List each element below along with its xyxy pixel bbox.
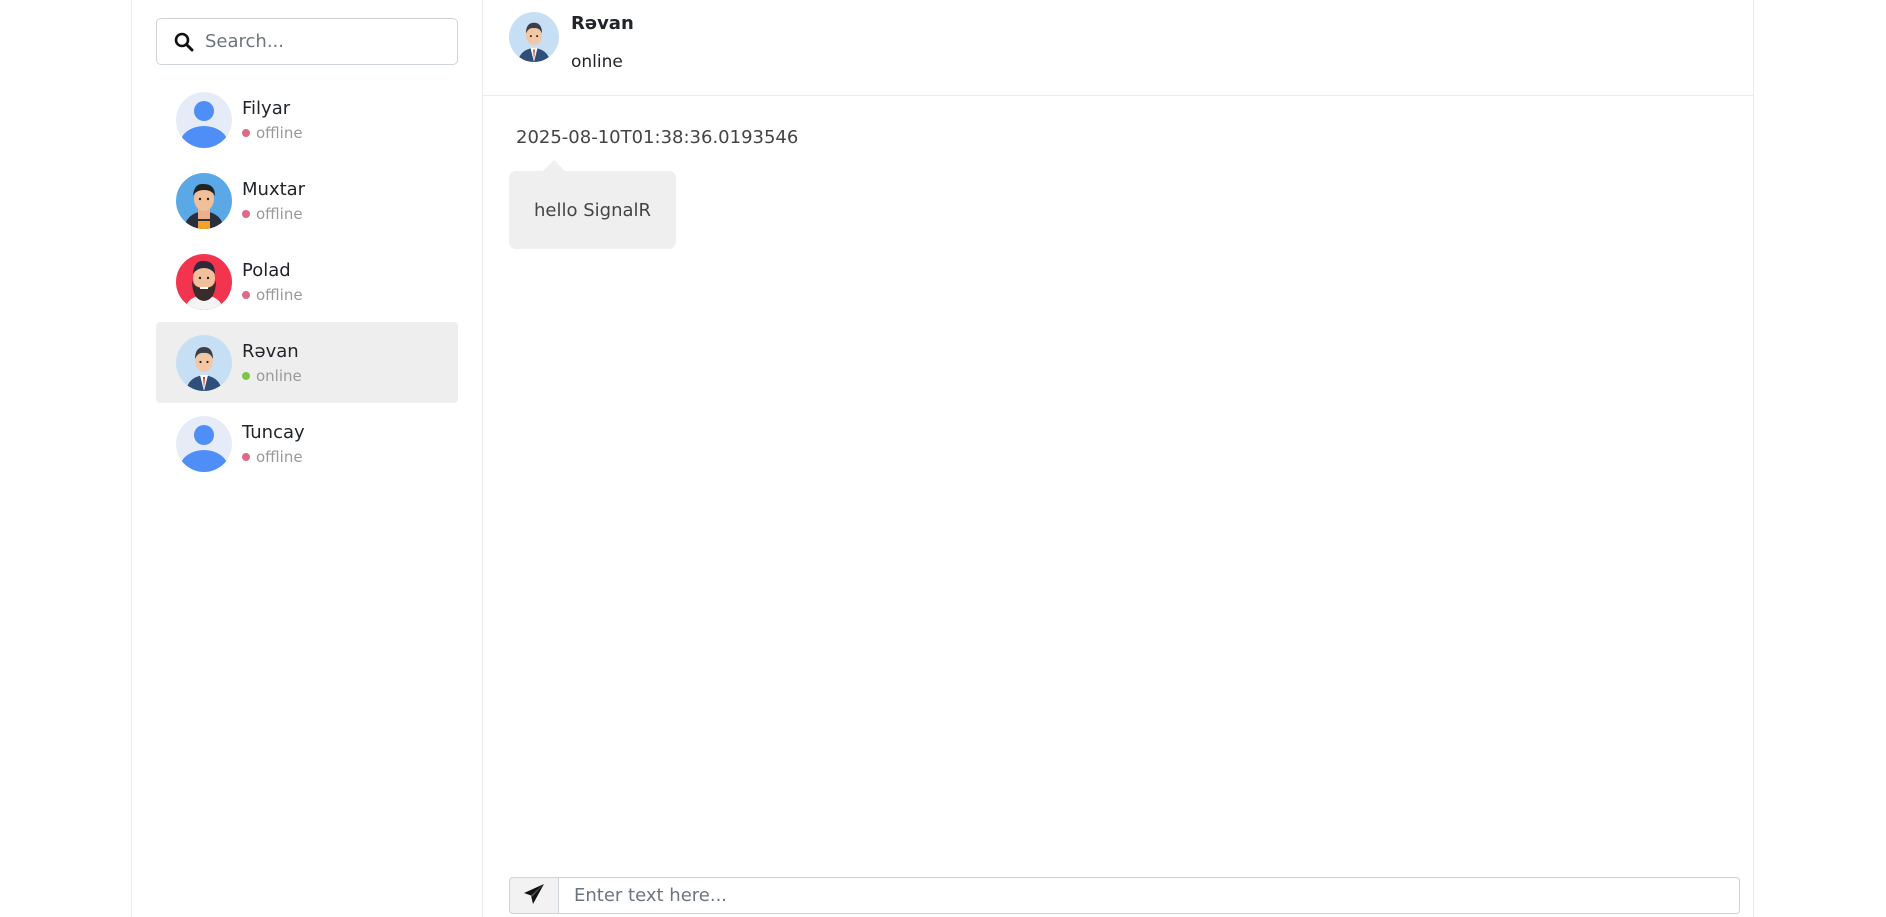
search-icon bbox=[173, 31, 195, 53]
contact-status: offline bbox=[242, 124, 303, 142]
message-bubble: hello SignalR bbox=[509, 160, 677, 249]
man-avatar bbox=[176, 172, 232, 229]
message-timestamp: 2025-08-10T01:38:36.0193546 bbox=[516, 127, 799, 148]
status-label: offline bbox=[256, 447, 303, 466]
message-input[interactable] bbox=[559, 877, 1740, 914]
chat-panel: Rəvan online 2025-08-10T01:38:36.0193546… bbox=[483, 0, 1753, 917]
contact-item-revan[interactable]: Rəvan online bbox=[156, 322, 458, 403]
status-label: online bbox=[256, 366, 302, 385]
chat-app: Filyar offline bbox=[131, 0, 1754, 917]
contact-status: online bbox=[242, 367, 302, 385]
chat-contact-name: Rəvan bbox=[571, 13, 634, 34]
businessman-avatar bbox=[176, 334, 232, 391]
status-label: offline bbox=[256, 123, 303, 142]
sidebar: Filyar offline bbox=[132, 0, 483, 917]
status-dot bbox=[242, 452, 250, 461]
status-dot bbox=[242, 209, 250, 218]
contact-item-polad[interactable]: Polad offline bbox=[156, 241, 458, 322]
status-dot bbox=[242, 128, 250, 137]
search-input[interactable] bbox=[205, 31, 445, 52]
contact-name: Filyar bbox=[242, 97, 291, 119]
bearded-man-avatar bbox=[176, 253, 232, 310]
chat-header: Rəvan online bbox=[483, 0, 1753, 96]
contact-status: offline bbox=[242, 286, 303, 304]
chat-contact-status: online bbox=[571, 52, 623, 72]
status-dot bbox=[242, 371, 250, 380]
contact-name: Polad bbox=[242, 259, 291, 281]
send-button[interactable] bbox=[509, 877, 559, 914]
status-label: offline bbox=[256, 204, 303, 223]
default-user-avatar bbox=[176, 91, 232, 148]
status-dot bbox=[242, 290, 250, 299]
contact-status: offline bbox=[242, 205, 305, 223]
default-user-avatar bbox=[176, 415, 232, 472]
contact-name: Rəvan bbox=[242, 340, 299, 362]
contact-item-tuncay[interactable]: Tuncay offline bbox=[156, 403, 458, 484]
businessman-avatar bbox=[509, 12, 559, 62]
paper-plane-icon bbox=[523, 883, 545, 909]
contact-item-filyar[interactable]: Filyar offline bbox=[156, 79, 458, 160]
message-composer bbox=[509, 877, 1740, 914]
contact-status: offline bbox=[242, 448, 305, 466]
contact-list: Filyar offline Muxtar offline Polad offl… bbox=[156, 79, 458, 484]
search-box[interactable] bbox=[156, 18, 458, 65]
contact-name: Muxtar bbox=[242, 178, 306, 200]
contact-name: Tuncay bbox=[242, 421, 305, 443]
status-label: offline bbox=[256, 285, 303, 304]
contact-item-muxtar[interactable]: Muxtar offline bbox=[156, 160, 458, 241]
